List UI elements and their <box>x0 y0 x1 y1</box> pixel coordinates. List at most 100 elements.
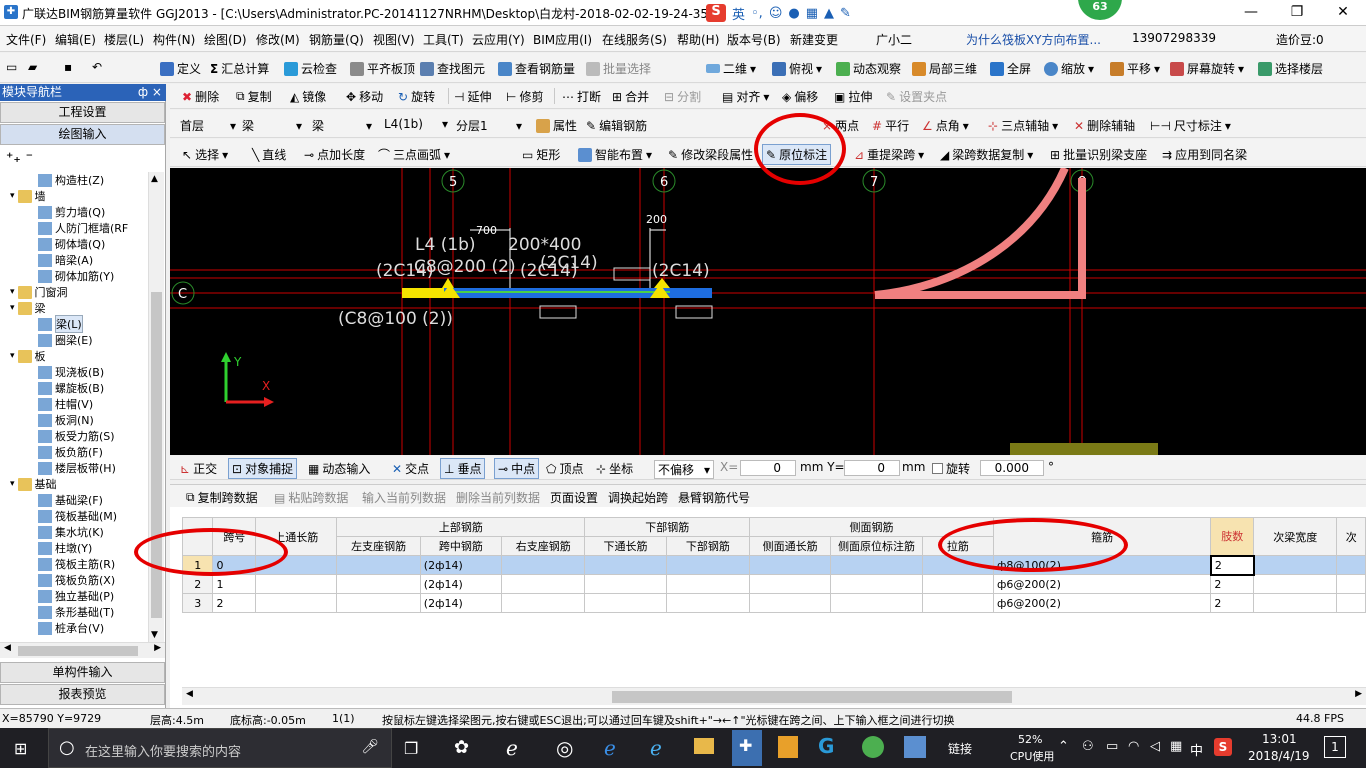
cell[interactable] <box>830 574 923 594</box>
notification-icon[interactable]: 1 <box>1324 736 1346 758</box>
tree-item[interactable]: 现浇板(B) <box>38 364 104 380</box>
cell[interactable] <box>501 593 586 613</box>
name-select[interactable]: L4(1b) ▾ <box>384 117 448 131</box>
legs-cell[interactable]: 2 <box>1210 593 1255 613</box>
tree-item[interactable]: ▾ 基础 <box>10 476 57 492</box>
glodon-app-icon[interactable]: ✚ <box>732 730 762 766</box>
align-button[interactable]: ▤ 对齐 ▾ <box>722 88 769 105</box>
menu-floor[interactable]: 楼层(L) <box>104 31 144 48</box>
cell[interactable] <box>665 574 751 594</box>
table-row[interactable]: 2 1 (2ф14) ф6@200(2) 2 <box>181 574 1366 594</box>
save-icon[interactable]: ▪ <box>64 60 72 74</box>
ie-icon[interactable]: ℯ <box>650 736 662 760</box>
input-column-button[interactable]: 输入当前列数据 <box>362 489 446 506</box>
zoom-button[interactable]: 缩放 ▾ <box>1044 60 1094 77</box>
open-file-icon[interactable]: ▰ <box>28 60 37 74</box>
beam-name-label[interactable]: L4 (1b) <box>415 235 476 255</box>
tree-item[interactable]: ▾ 墙 <box>10 188 46 204</box>
tray-up-icon[interactable]: ⌃ <box>1058 739 1069 754</box>
cell[interactable] <box>1336 555 1366 575</box>
vertex-snap[interactable]: ⬠ 顶点 <box>546 460 583 477</box>
tree-item[interactable]: 柱帽(V) <box>38 396 93 412</box>
support-marker[interactable] <box>442 278 454 288</box>
score-badge[interactable]: 63 <box>1078 0 1122 20</box>
cell[interactable] <box>336 574 421 594</box>
tree-item[interactable]: 板洞(N) <box>38 412 94 428</box>
ime-toolbar[interactable]: S 英 ◦, ☺ ● ▦ ▲ ✎ <box>706 3 851 23</box>
y-input[interactable]: 0 <box>844 460 900 476</box>
cell[interactable] <box>830 593 923 613</box>
note-app-icon[interactable] <box>778 736 798 758</box>
tree-item[interactable]: 桩承台(V) <box>38 620 104 636</box>
2d-view-button[interactable]: 二维 ▾ <box>706 60 756 77</box>
cell[interactable] <box>255 574 338 594</box>
top-view-button[interactable]: 俯视 ▾ <box>772 60 822 77</box>
copy-button[interactable]: ⧉ 复制 <box>236 88 272 105</box>
cell[interactable] <box>255 593 338 613</box>
paste-span-button[interactable]: ▤ 粘贴跨数据 <box>274 489 348 506</box>
ortho-toggle[interactable]: ⊾ 正交 <box>180 460 217 477</box>
point-length-button[interactable]: ⊸ 点加长度 <box>304 146 365 163</box>
delete-button[interactable]: ✖ 删除 <box>182 88 219 105</box>
arc-button[interactable]: ⌒ 三点画弧 ▾ <box>378 146 450 163</box>
rotate-input[interactable]: 0.000 <box>980 460 1044 476</box>
type-select-1[interactable]: 梁 ▾ <box>242 117 302 134</box>
cell[interactable] <box>921 593 994 613</box>
punct-icon[interactable]: ◦, <box>751 6 763 21</box>
menu-help[interactable]: 帮助(H) <box>677 31 719 48</box>
pin-close-icon[interactable]: ф × <box>138 84 162 101</box>
microphone-icon[interactable]: 🎤︎ <box>361 739 379 755</box>
layer-select[interactable]: 分层1 ▾ <box>456 117 522 134</box>
cell[interactable] <box>749 574 832 594</box>
menu-new-change[interactable]: 新建变更 <box>790 31 838 48</box>
tree-item[interactable]: 暗梁(A) <box>38 252 93 268</box>
mid-span-cell[interactable]: (2ф14) <box>419 574 503 594</box>
set-grip-button[interactable]: ✎ 设置夹点 <box>886 88 947 105</box>
cell[interactable] <box>665 555 751 575</box>
cloud-check-button[interactable]: 云检查 <box>284 60 337 77</box>
tree-item[interactable]: 构造柱(Z) <box>38 172 104 188</box>
cell[interactable] <box>749 593 832 613</box>
engineering-settings-button[interactable]: 工程设置 <box>0 102 165 123</box>
tree-item[interactable]: 板负筋(F) <box>38 444 103 460</box>
floor-select[interactable]: 首层 ▾ <box>180 117 236 134</box>
drawing-input-button[interactable]: 绘图输入 <box>0 124 165 145</box>
browser-e-icon[interactable]: ℯ <box>506 736 518 760</box>
menu-view[interactable]: 视图(V) <box>373 31 415 48</box>
tree-hscrollbar[interactable]: ◀ ▶ <box>0 642 165 658</box>
mirror-button[interactable]: ◭ 镜像 <box>290 88 326 105</box>
point-angle-button[interactable]: ∠ 点角 ▾ <box>922 117 969 134</box>
menu-beans[interactable]: 造价豆:0 <box>1276 31 1324 48</box>
maximize-icon[interactable]: ❐ <box>1274 0 1320 26</box>
dimension-button[interactable]: ⊢⊣ 尺寸标注 ▾ <box>1150 117 1231 134</box>
batch-support-button[interactable]: ⊞ 批量识别梁支座 <box>1050 146 1147 163</box>
menu-edit[interactable]: 编辑(E) <box>55 31 96 48</box>
sogou-icon[interactable]: S <box>706 4 726 22</box>
break-button[interactable]: ⋯ 打断 <box>562 88 601 105</box>
fullscreen-button[interactable]: 全屏 <box>990 60 1031 77</box>
line-button[interactable]: ╲ 直线 <box>252 146 286 163</box>
tree-item[interactable]: 筏板负筋(X) <box>38 572 115 588</box>
bottom-stirrup-label[interactable]: (C8@100 (2)) <box>338 309 453 329</box>
windows-start-icon[interactable]: ⊞ <box>14 739 27 758</box>
tree-item[interactable]: 砌体加筋(Y) <box>38 268 114 284</box>
find-element-button[interactable]: 查找图元 <box>420 60 485 77</box>
expand-arrow-icon[interactable]: ▾ <box>10 287 15 297</box>
cell[interactable] <box>501 574 586 594</box>
tree-item[interactable]: ▾ 板 <box>10 348 46 364</box>
span-cell[interactable]: 1 <box>212 574 257 594</box>
copy-span-button[interactable]: ⧉ 复制跨数据 <box>186 489 258 506</box>
expand-collapse-icon[interactable]: ⁺₊ ⁻ <box>6 150 33 166</box>
pan-button[interactable]: 平移 ▾ <box>1110 60 1160 77</box>
row-number[interactable]: 3 <box>181 593 214 613</box>
select-button[interactable]: ↖ 选择 ▾ <box>182 146 228 163</box>
screen-rotate-button[interactable]: 屏幕旋转 ▾ <box>1170 60 1244 77</box>
wifi-icon[interactable]: ◠ <box>1128 739 1139 754</box>
expand-arrow-icon[interactable]: ▾ <box>10 191 15 201</box>
keyboard-icon[interactable]: ▦ <box>1170 739 1182 754</box>
re-span-button[interactable]: ⊿ 重提梁跨 ▾ <box>854 146 924 163</box>
cell[interactable] <box>1336 593 1366 613</box>
menu-assistant[interactable]: 广小二 <box>876 31 912 48</box>
tree-item[interactable]: 条形基础(T) <box>38 604 114 620</box>
taskbar-search[interactable]: ○ 在这里输入你要搜索的内容 🎤︎ <box>48 728 392 768</box>
